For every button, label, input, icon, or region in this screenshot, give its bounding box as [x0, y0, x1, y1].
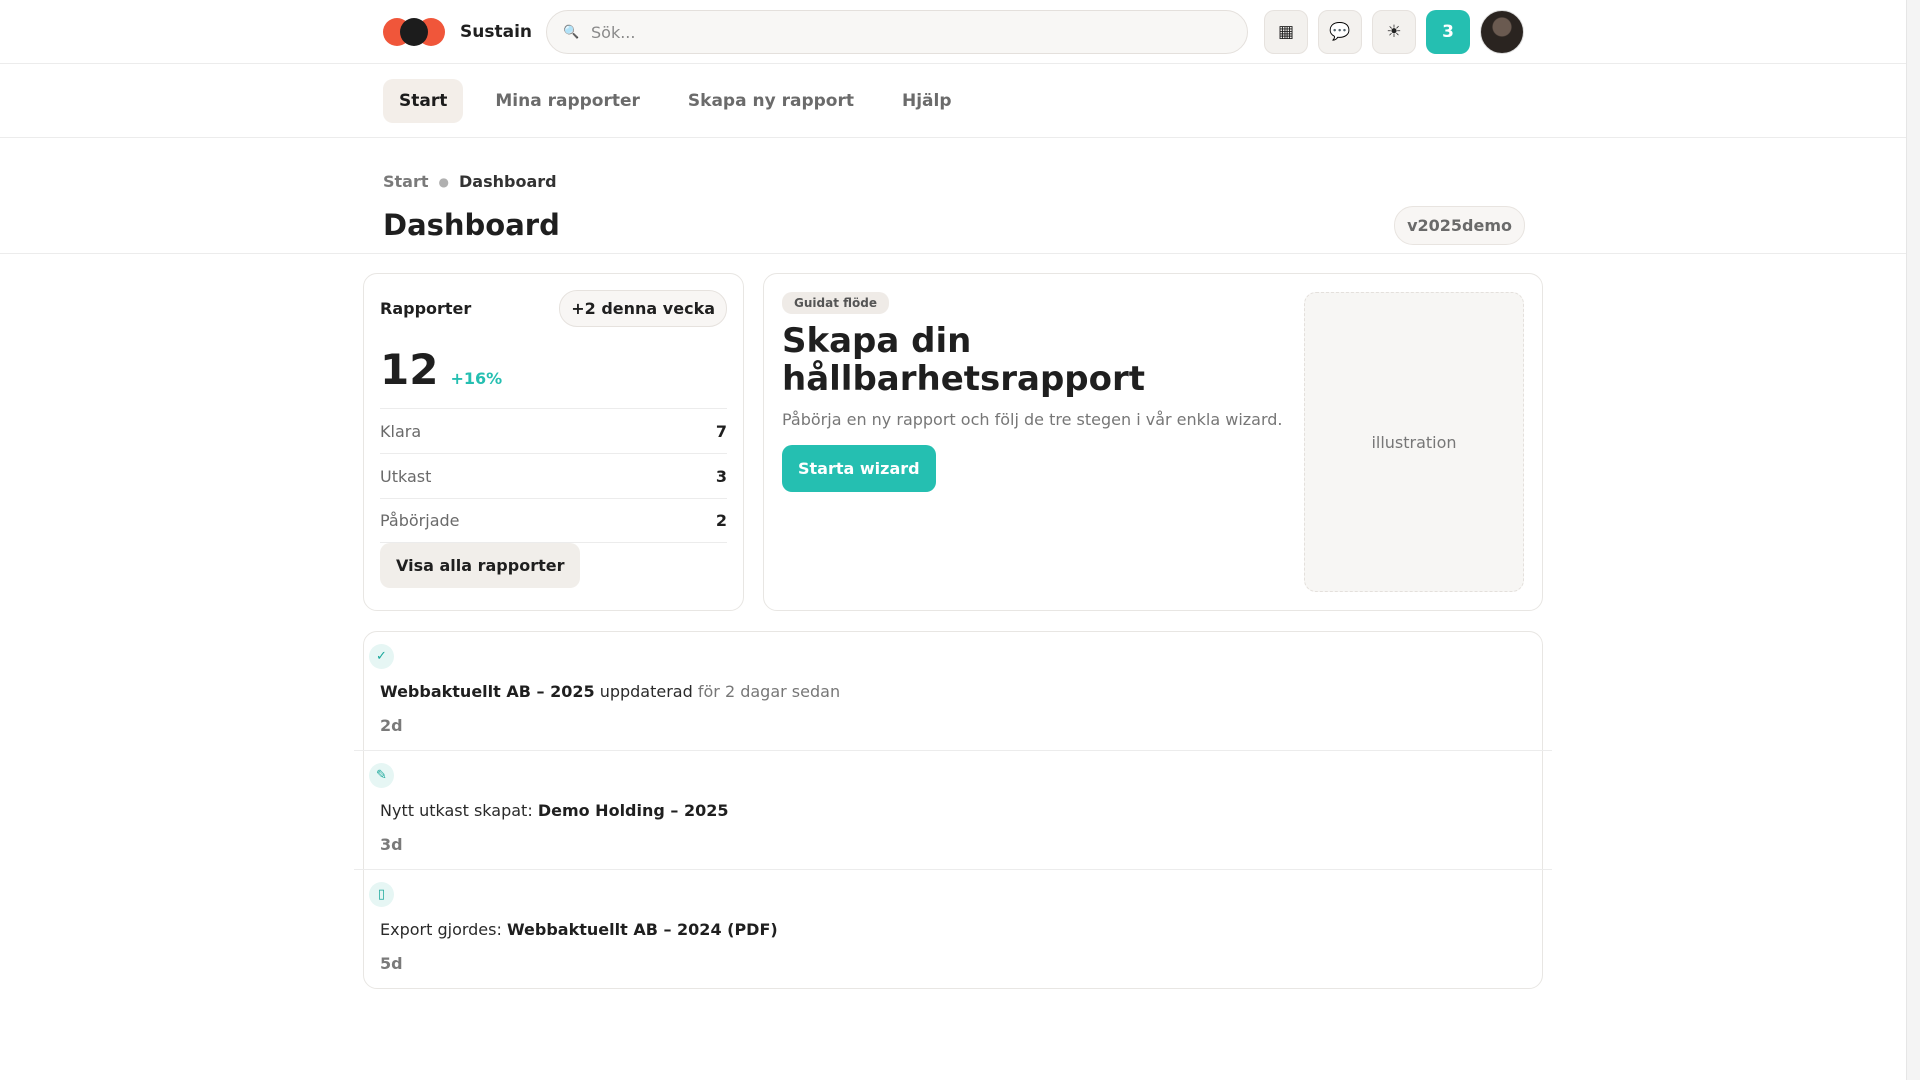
dashboard-cards: Rapporter +2 denna vecka 12 +16% Klara 7…: [363, 273, 1543, 611]
activity-feed: ✓ Webbaktuellt AB – 2025 uppdaterad för …: [354, 631, 1552, 989]
search-input[interactable]: [591, 22, 1191, 42]
breadcrumb-start[interactable]: Start: [383, 172, 429, 191]
wizard-title: Skapa din hållbarhetsrapport: [782, 321, 1146, 399]
activity-age: 3d: [380, 835, 403, 854]
scrollbar[interactable]: [1906, 0, 1920, 1080]
notifications-button[interactable]: 3: [1426, 10, 1470, 54]
breadcrumb-current: Dashboard: [459, 172, 557, 191]
start-wizard-button[interactable]: Starta wizard: [782, 445, 936, 492]
reports-breakdown: Klara 7 Utkast 3 Påbörjade 2: [380, 408, 727, 543]
activity-subject: Webbaktuellt AB – 2024 (PDF): [506, 920, 778, 939]
stat-label: Påbörjade: [380, 511, 460, 530]
activity-action: uppdaterad: [594, 682, 698, 701]
tab-hjalp[interactable]: Hjälp: [886, 79, 968, 123]
reports-delta: +16%: [450, 369, 503, 388]
version-badge: v2025demo: [1394, 206, 1525, 245]
illustration-placeholder: illustration: [1304, 292, 1524, 592]
search-box[interactable]: 🔍: [546, 10, 1248, 54]
theme-toggle-button[interactable]: ☀: [1372, 10, 1416, 54]
pencil-icon: ✎: [369, 763, 394, 788]
check-icon: ✓: [369, 644, 394, 669]
stat-row-paborjade: Påbörjade 2: [380, 498, 727, 543]
reports-total: 12: [380, 345, 439, 394]
sun-icon: ☀: [1386, 22, 1402, 42]
brand-name: Sustain: [460, 22, 532, 42]
tab-start[interactable]: Start: [383, 79, 464, 123]
page-title: Dashboard: [383, 208, 560, 242]
chat-icon: 💬: [1329, 22, 1351, 42]
chat-button[interactable]: 💬: [1318, 10, 1362, 54]
activity-age: 5d: [380, 954, 403, 973]
guided-flow-tag: Guidat flöde: [782, 292, 889, 314]
reports-title: Rapporter: [380, 299, 472, 318]
activity-time-text: för 2 dagar sedan: [697, 682, 841, 701]
tab-skapa-ny-rapport[interactable]: Skapa ny rapport: [672, 79, 870, 123]
calendar-button[interactable]: ▦: [1264, 10, 1308, 54]
activity-text: Nytt utkast skapat: Demo Holding – 2025: [380, 801, 729, 820]
avatar[interactable]: [1480, 10, 1524, 54]
stat-label: Klara: [380, 421, 422, 441]
search-icon: 🔍: [563, 24, 580, 40]
activity-text: Webbaktuellt AB – 2025 uppdaterad för 2 …: [380, 682, 840, 701]
activity-item[interactable]: ✎ Nytt utkast skapat: Demo Holding – 202…: [354, 751, 1552, 870]
stat-value: 2: [715, 511, 727, 530]
page-header: Start ● Dashboard Dashboard v2025demo: [0, 138, 1920, 254]
stat-row-klara: Klara 7: [380, 408, 727, 453]
activity-item[interactable]: ✓ Webbaktuellt AB – 2025 uppdaterad för …: [354, 632, 1552, 751]
activity-action: Export gjordes:: [380, 920, 507, 939]
stat-value: 3: [715, 466, 727, 486]
week-badge: +2 denna vecka: [559, 290, 727, 327]
activity-text: Export gjordes: Webbaktuellt AB – 2024 (…: [380, 920, 778, 939]
activity-age: 2d: [380, 716, 403, 735]
stat-value: 7: [715, 421, 727, 441]
activity-subject: Webbaktuellt AB – 2025: [380, 682, 595, 701]
activity-action: Nytt utkast skapat:: [380, 801, 538, 820]
stat-row-utkast: Utkast 3: [380, 453, 727, 498]
logo[interactable]: [383, 18, 445, 46]
show-all-reports-button[interactable]: Visa alla rapporter: [380, 543, 581, 588]
calendar-icon: ▦: [1277, 22, 1295, 42]
main-nav: Start Mina rapporter Skapa ny rapport Hj…: [0, 64, 1920, 138]
tab-mina-rapporter[interactable]: Mina rapporter: [479, 79, 656, 123]
top-bar: Sustain 🔍 ▦ 💬 ☀ 3: [0, 0, 1920, 64]
stat-label: Utkast: [380, 466, 432, 486]
breadcrumb-separator: ●: [438, 174, 449, 189]
breadcrumb: Start ● Dashboard: [383, 172, 557, 191]
wizard-card: Guidat flöde Skapa din hållbarhetsrappor…: [763, 273, 1543, 611]
document-icon: ▯: [369, 882, 394, 907]
activity-item[interactable]: ▯ Export gjordes: Webbaktuellt AB – 2024…: [364, 870, 1542, 989]
activity-subject: Demo Holding – 2025: [537, 801, 729, 820]
reports-card: Rapporter +2 denna vecka 12 +16% Klara 7…: [363, 273, 744, 611]
